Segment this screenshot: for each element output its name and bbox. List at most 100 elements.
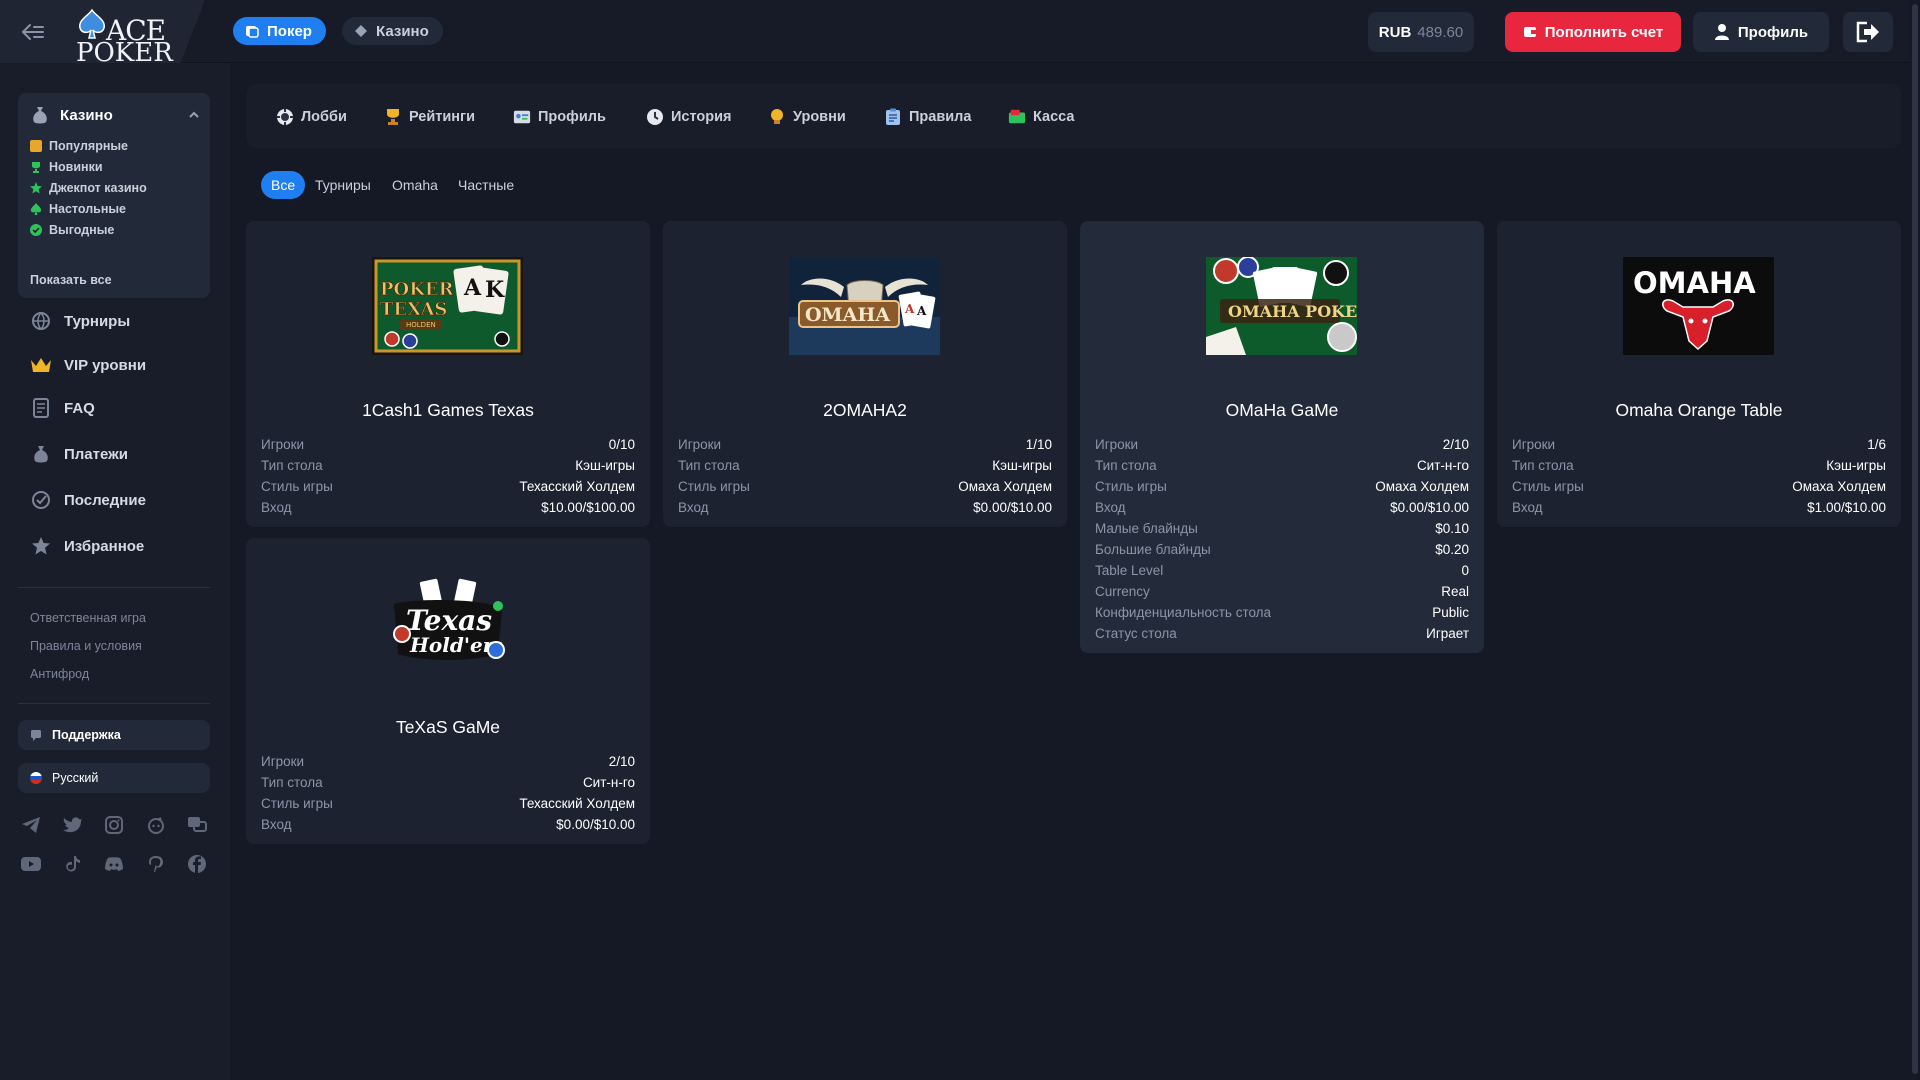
discord-icon[interactable] — [103, 853, 125, 875]
sidebar-item-faq[interactable]: FAQ — [30, 397, 95, 419]
nav-rules[interactable]: Правила — [884, 108, 971, 126]
svg-text:TEXAS: TEXAS — [380, 299, 447, 320]
table-card[interactable]: OMAHA A A 2OMAHA2 Игроки 1/10 Тип стола Кэ… — [663, 221, 1067, 527]
svg-text:HOLDEN: HOLDEN — [406, 321, 436, 329]
texas-holdem-thumbnail: A K POKER TEXAS HOLDEN — [372, 257, 523, 355]
detail-row: Стиль игры Омаха Холдем — [678, 476, 1052, 497]
nav-profile[interactable]: Профиль — [513, 108, 606, 126]
detail-key: Стиль игры — [261, 796, 333, 811]
table-card[interactable]: OMAHA Omaha Orange Table Игроки 1/6 Тип с… — [1497, 221, 1901, 527]
table-card[interactable]: Texas Hold'em TeXaS GaMe Игроки 2/10 Тип … — [246, 538, 650, 844]
nav-cashier[interactable]: Касса — [1008, 108, 1074, 126]
instagram-icon[interactable] — [103, 814, 125, 836]
detail-value: Сит-н-го — [582, 775, 635, 790]
deposit-button[interactable]: Пополнить счет — [1505, 12, 1681, 52]
detail-row: Вход $0.00/$10.00 — [1095, 497, 1469, 518]
pinterest-icon[interactable] — [145, 853, 167, 875]
detail-row: Стиль игры Техасский Холдем — [261, 476, 635, 497]
crown-icon — [30, 354, 52, 376]
twitter-icon[interactable] — [62, 814, 84, 836]
filter-omaha[interactable]: Omaha — [392, 171, 438, 199]
sidebar-item-label: Платежи — [64, 445, 128, 463]
balance-display[interactable]: RUB 489.60 — [1368, 12, 1474, 52]
detail-key: Игроки — [678, 437, 722, 452]
scrollbar-thumb[interactable] — [1912, 4, 1918, 1074]
tab-casino[interactable]: Казино — [342, 17, 443, 45]
detail-value: 1/10 — [1025, 437, 1052, 452]
antifraud-link[interactable]: Антифрод — [30, 667, 89, 681]
texas-holdem-logo-thumbnail: Texas Hold'em — [372, 574, 523, 672]
table-card[interactable]: A K POKER TEXAS HOLDEN 1Cash1 Games Texa… — [246, 221, 650, 527]
facebook-icon[interactable] — [186, 853, 208, 875]
sidebar-item-vip[interactable]: VIP уровни — [30, 354, 146, 376]
forum-icon[interactable] — [186, 814, 208, 836]
youtube-icon[interactable] — [20, 853, 42, 875]
logout-button[interactable] — [1843, 12, 1893, 52]
table-details: Игроки 2/10 Тип стола Сит-н-го Стиль игры Т… — [261, 751, 635, 835]
detail-value: Real — [1441, 584, 1469, 599]
omaha-bull-thumbnail: OMAHA A A — [789, 257, 940, 355]
nav-history-label: История — [671, 109, 732, 125]
terms-link[interactable]: Правила и условия — [30, 639, 142, 653]
detail-row: Тип стола Кэш-игры — [1512, 455, 1886, 476]
casino-item-jackpot[interactable]: Джекпот казино — [30, 181, 147, 195]
responsible-gaming-link[interactable]: Ответственная игра — [30, 611, 146, 625]
table-card[interactable]: OMAHA POKER OMaHa GaMe Игроки 2/10 Тип ст… — [1080, 221, 1484, 653]
user-icon — [1714, 24, 1729, 40]
detail-key: Вход — [1512, 500, 1543, 515]
profile-button[interactable]: Профиль — [1693, 12, 1829, 52]
sidebar-item-favorites[interactable]: Избранное — [30, 535, 144, 557]
filter-private[interactable]: Частные — [458, 171, 514, 199]
profile-label: Профиль — [1737, 23, 1809, 41]
nav-levels[interactable]: Уровни — [768, 108, 846, 126]
detail-key: Вход — [1095, 500, 1126, 515]
tiktok-icon[interactable] — [62, 853, 84, 875]
nav-levels-label: Уровни — [793, 109, 846, 125]
sidebar-item-tournaments[interactable]: Турниры — [30, 310, 130, 332]
spade-logo-icon — [79, 8, 105, 39]
page-scrollbar[interactable] — [1910, 0, 1920, 1080]
casino-section: Казино Популярные Новинки Джекпот казино… — [18, 93, 210, 298]
casino-section-header[interactable]: Казино — [30, 103, 200, 127]
nav-history[interactable]: История — [646, 108, 732, 126]
filter-tournaments[interactable]: Турниры — [315, 171, 371, 199]
reddit-icon[interactable] — [145, 814, 167, 836]
detail-key: Статус стола — [1095, 626, 1177, 641]
casino-item-popular[interactable]: Популярные — [30, 139, 128, 153]
casino-item-label: Новинки — [49, 160, 103, 174]
table-title: TeXaS GaMe — [395, 717, 501, 737]
svg-text:K: K — [485, 277, 505, 303]
detail-value: 0 — [1461, 563, 1469, 578]
check-circle-icon — [30, 224, 42, 236]
casino-item-new[interactable]: Новинки — [30, 160, 103, 174]
support-button[interactable]: Поддержка — [18, 720, 210, 750]
svg-text:OMAHA: OMAHA — [805, 304, 890, 326]
casino-item-profitable[interactable]: Выгодные — [30, 223, 114, 237]
detail-key: Вход — [261, 817, 292, 832]
show-all-link[interactable]: Показать все — [30, 273, 112, 287]
filter-all[interactable]: Все — [261, 171, 306, 199]
ace-poker-logo[interactable]: ACE POKER — [74, 6, 173, 68]
chevron-up-icon[interactable] — [188, 109, 200, 121]
nav-lobby[interactable]: Лобби — [276, 108, 347, 126]
detail-row: Стиль игры Техасский Холдем — [261, 793, 635, 814]
language-selector[interactable]: Русский — [18, 763, 210, 793]
nav-ratings[interactable]: Рейтинги — [384, 108, 475, 126]
lobby-icon — [276, 108, 294, 126]
casino-item-table[interactable]: Настольные — [30, 202, 126, 216]
detail-key: Стиль игры — [678, 479, 750, 494]
detail-key: Стиль игры — [261, 479, 333, 494]
sidebar-item-payments[interactable]: Платежи — [30, 443, 128, 465]
detail-value: Кэш-игры — [1826, 458, 1886, 473]
detail-value: 1/6 — [1867, 437, 1886, 452]
casino-item-label: Настольные — [49, 202, 127, 216]
detail-row: Тип стола Сит-н-го — [261, 772, 635, 793]
tab-poker[interactable]: Покер — [233, 17, 326, 45]
detail-row: Игроки 1/6 — [1512, 434, 1886, 455]
table-details: Игроки 0/10 Тип стола Кэш-игры Стиль игры Т… — [261, 434, 635, 518]
back-arrow-icon[interactable] — [20, 22, 46, 42]
sidebar-item-recent[interactable]: Последние — [30, 489, 146, 511]
trophy-icon — [32, 162, 40, 173]
telegram-icon[interactable] — [20, 814, 42, 836]
social-links-row — [18, 814, 210, 836]
